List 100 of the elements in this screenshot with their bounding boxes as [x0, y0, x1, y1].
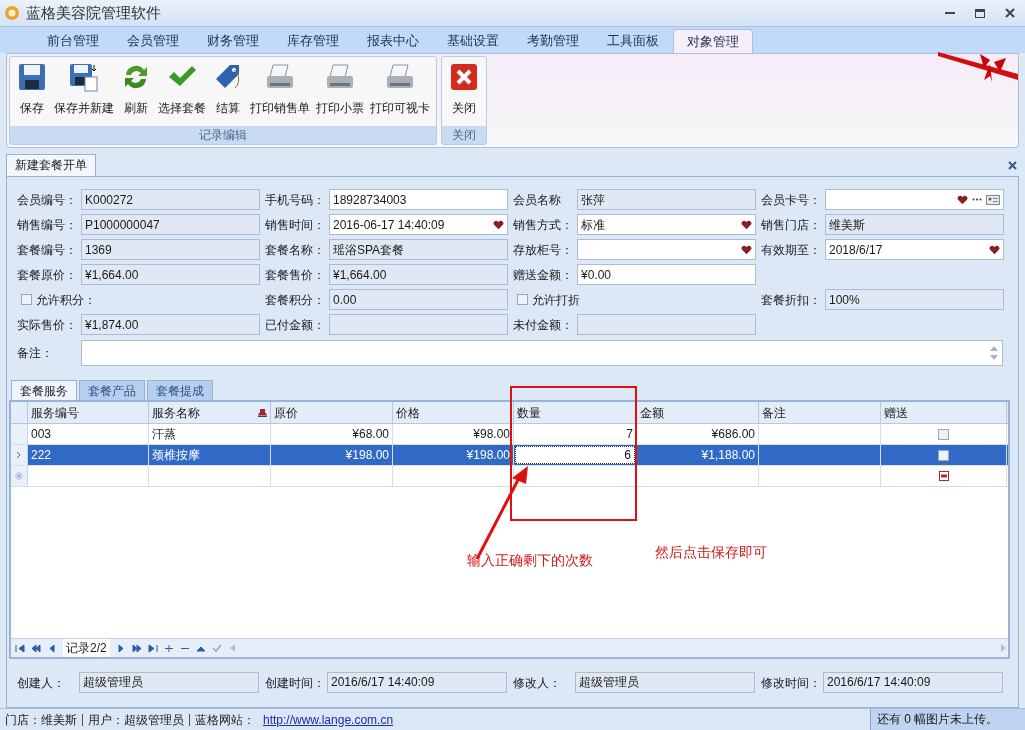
read-only-field: 超级管理员 — [575, 672, 755, 693]
ribbon-button[interactable]: 刷新 — [117, 61, 155, 117]
menu-tab[interactable]: 工具面板 — [593, 29, 673, 53]
column-header: 价格 — [393, 402, 514, 423]
ellipsis-icon[interactable] — [972, 198, 982, 201]
menu-tab[interactable]: 考勤管理 — [513, 29, 593, 53]
field-label: 销售方式： — [513, 216, 574, 234]
menu-tab[interactable]: 报表中心 — [353, 29, 433, 53]
table-row[interactable]: 222 颈椎按摩 ¥198.00 ¥198.00 6 ¥1,188.00 — [11, 445, 1008, 466]
ribbon-button[interactable]: 保存并新建 — [51, 61, 117, 117]
field-label: 赠送金额： — [513, 266, 574, 284]
table-cell: 222 — [28, 445, 149, 465]
dropdown-field[interactable] — [577, 239, 756, 260]
checkbox[interactable] — [938, 449, 949, 461]
window-title: 蓝格美容院管理软件 — [26, 2, 161, 23]
read-only-field: 维美斯 — [825, 214, 1004, 235]
checkbox[interactable] — [938, 428, 949, 440]
read-only-field: P1000000047 — [81, 214, 260, 235]
table-row[interactable]: 003 汗蒸 ¥68.00 ¥98.00 7 ¥686.00 — [11, 424, 1008, 445]
field-label: 修改时间： — [761, 674, 822, 692]
app-logo-icon — [4, 5, 20, 21]
upload-status: 还有 0 幅图片未上传。 — [870, 709, 1025, 730]
heart-icon — [493, 219, 504, 230]
dropdown-field[interactable]: 2018/6/17 — [825, 239, 1004, 260]
table-cell: ¥198.00 — [271, 445, 393, 465]
input-field[interactable]: ¥0.00 — [577, 264, 756, 285]
field-label: 套餐折扣： — [761, 291, 822, 309]
field-label: 允许打折 — [532, 291, 580, 309]
filter-icon[interactable] — [258, 408, 267, 417]
column-header: 备注 — [759, 402, 881, 423]
field-label: 套餐原价： — [17, 266, 78, 284]
next-icon[interactable] — [115, 643, 126, 653]
ribbon-button[interactable]: 打印可视卡 — [367, 61, 433, 117]
dropdown-field[interactable]: 标准 — [577, 214, 756, 235]
field-label: 实际售价： — [17, 316, 78, 334]
ribbon-button[interactable]: 关闭 — [445, 61, 483, 117]
ribbon-button[interactable]: 打印小票 — [313, 61, 367, 117]
column-header: 赠送 — [881, 402, 1007, 423]
record-icon[interactable] — [938, 471, 949, 481]
field-label: 有效期至： — [761, 241, 822, 259]
field-label: 创建人： — [17, 674, 66, 692]
status-text: 门店：维美斯 — [5, 711, 77, 729]
table-cell: 003 — [28, 424, 149, 444]
ribbon-button[interactable]: 选择套餐 — [155, 61, 209, 117]
annotation-text: 然后点击保存即可 — [655, 543, 767, 562]
table-cell: ¥1,188.00 — [637, 445, 759, 465]
heart-icon — [957, 194, 968, 205]
menu-tab[interactable]: 会员管理 — [113, 29, 193, 53]
maximize-icon[interactable] — [975, 8, 985, 18]
check-icon[interactable] — [211, 643, 222, 653]
menu-tab[interactable]: 财务管理 — [193, 29, 273, 53]
ribbon-button[interactable]: 结算 — [209, 61, 247, 117]
read-only-field: 张萍 — [577, 189, 756, 210]
menu-tab[interactable]: 对象管理 — [673, 29, 753, 53]
close-icon[interactable] — [1005, 8, 1015, 18]
ribbon-group-label: 记录编辑 — [10, 126, 436, 144]
website-link[interactable]: http://www.lange.com.cn — [263, 710, 394, 729]
field-label: 套餐名称： — [265, 241, 326, 259]
cell-editor[interactable]: 6 — [515, 446, 635, 464]
read-only-field: 瑶浴SPA套餐 — [329, 239, 508, 260]
table-cell: 汗蒸 — [149, 424, 271, 444]
sub-tab[interactable]: 套餐产品 — [79, 380, 145, 400]
ribbon-button[interactable]: 打印销售单 — [247, 61, 313, 117]
menu-tab[interactable]: 前台管理 — [33, 29, 113, 53]
heart-icon — [741, 244, 752, 255]
read-only-field: 2016/6/17 14:40:09 — [327, 672, 507, 693]
input-field[interactable]: 18928734003 — [329, 189, 508, 210]
sub-tab[interactable]: 套餐提成 — [147, 380, 213, 400]
add-icon[interactable] — [163, 643, 174, 653]
document-tab[interactable]: 新建套餐开单 — [6, 154, 96, 176]
table-cell: ¥98.00 — [393, 424, 514, 444]
field-label: 允许积分： — [36, 291, 96, 309]
ribbon-button[interactable]: 保存 — [13, 61, 51, 117]
field-label: 存放柜号： — [513, 241, 574, 259]
next-page-icon[interactable] — [131, 643, 142, 653]
asterisk-icon — [15, 472, 23, 480]
close-icon[interactable] — [1008, 161, 1017, 170]
read-only-field: 0.00 — [329, 289, 508, 310]
id-card-icon — [986, 194, 1000, 205]
dropdown-field[interactable] — [825, 189, 1004, 210]
first-icon[interactable] — [15, 643, 25, 653]
last-icon[interactable] — [147, 643, 158, 653]
previous-icon[interactable] — [47, 643, 57, 653]
ribbon-group-label: 关闭 — [442, 126, 486, 144]
menu-tab[interactable]: 基础设置 — [433, 29, 513, 53]
menu-tab[interactable]: 库存管理 — [273, 29, 353, 53]
field-label: 套餐售价： — [265, 266, 326, 284]
checkbox[interactable] — [21, 294, 32, 305]
field-label: 修改人： — [513, 674, 562, 692]
field-label: 会员卡号： — [761, 191, 822, 209]
read-only-field: 超级管理员 — [79, 672, 259, 693]
dropdown-field[interactable]: 2016-06-17 14:40:09 — [329, 214, 508, 235]
column-header: 服务编号 — [28, 402, 149, 423]
note-field[interactable] — [81, 340, 1003, 366]
field-label: 创建时间： — [265, 674, 326, 692]
floppy-disk-icon — [68, 61, 100, 93]
previous-page-icon[interactable] — [31, 643, 41, 653]
checkbox[interactable] — [517, 294, 528, 305]
read-only-field: K000272 — [81, 189, 260, 210]
sub-tab[interactable]: 套餐服务 — [11, 380, 77, 400]
